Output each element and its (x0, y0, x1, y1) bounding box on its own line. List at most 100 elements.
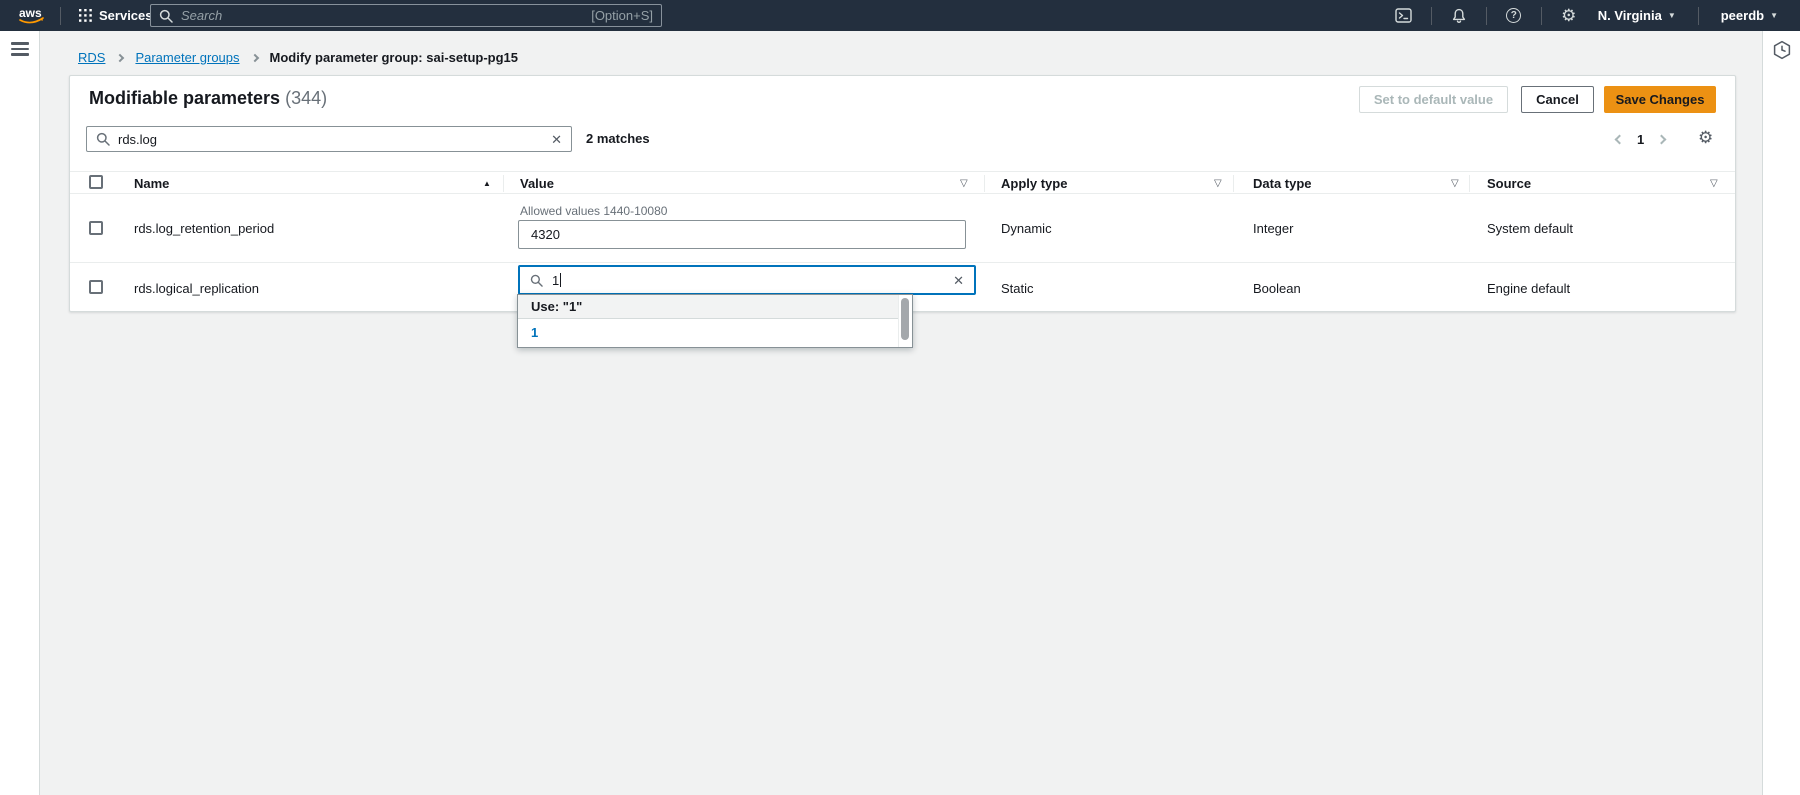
data-type-filter-icon[interactable]: ▽ (1451, 172, 1459, 195)
column-divider (503, 175, 504, 192)
table-preferences-gear-icon[interactable]: ⚙ (1698, 125, 1713, 151)
column-divider (1469, 175, 1470, 192)
parameter-count-badge: (344) (285, 88, 327, 108)
account-label: peerdb (1721, 8, 1764, 23)
chevron-down-icon: ▼ (1668, 11, 1676, 20)
aws-logo-text: aws (19, 6, 42, 20)
column-header-value[interactable]: Value (520, 172, 554, 195)
table-row: rds.log_retention_period Allowed values … (70, 194, 1735, 263)
topbar-left-group: aws Services (0, 0, 161, 31)
services-menu-button[interactable]: Services (71, 0, 161, 31)
cloudshell-button[interactable] (1387, 0, 1421, 31)
breadcrumb-rds-link[interactable]: RDS (78, 50, 105, 65)
breadcrumb-parameter-groups-link[interactable]: Parameter groups (135, 50, 239, 65)
topbar-right-group: ? ⚙ N. Virginia ▼ peerdb ▼ (1387, 0, 1790, 31)
parameter-value-combobox[interactable]: 1 ✕ (518, 265, 976, 295)
parameter-value-input[interactable] (518, 220, 966, 249)
cancel-button[interactable]: Cancel (1521, 86, 1594, 113)
right-sidebar-rail (1762, 31, 1800, 795)
source-filter-icon[interactable]: ▽ (1710, 172, 1718, 195)
data-type-value: Boolean (1253, 263, 1301, 313)
table-header-row: Name ▲ Value ▽ Apply type ▽ Data type ▽ … (70, 171, 1735, 194)
hamburger-icon (11, 42, 29, 45)
select-all-checkbox[interactable] (89, 175, 103, 189)
region-selector[interactable]: N. Virginia ▼ (1586, 0, 1688, 31)
chevron-right-icon (116, 53, 124, 61)
topbar-divider (1431, 7, 1432, 25)
global-search-box[interactable]: [Option+S] (150, 4, 662, 27)
column-divider (1233, 175, 1234, 192)
aws-console-topbar: aws Services (0, 0, 1800, 31)
parameter-name: rds.logical_replication (134, 263, 259, 313)
combobox-query-text: 1 (552, 273, 559, 288)
panel-title: Modifiable parameters (344) (89, 88, 327, 109)
chevron-right-icon (250, 53, 258, 61)
aws-logo-icon: aws (16, 5, 50, 27)
hamburger-icon (11, 48, 29, 51)
open-navigation-button[interactable] (11, 42, 29, 56)
grid-icon (79, 9, 92, 22)
topbar-divider (1541, 7, 1542, 25)
column-divider (984, 175, 985, 192)
row-checkbox[interactable] (89, 221, 103, 235)
global-search-input[interactable] (181, 8, 591, 23)
current-page-number: 1 (1637, 132, 1644, 147)
use-typed-value-option[interactable]: Use: "1" (518, 295, 912, 319)
text-cursor (560, 273, 561, 287)
pagination: 1 (1616, 126, 1665, 152)
column-header-apply-type[interactable]: Apply type (1001, 172, 1067, 195)
notifications-button[interactable] (1442, 0, 1476, 31)
services-label: Services (99, 8, 153, 23)
parameter-name: rds.log_retention_period (134, 194, 274, 262)
region-label: N. Virginia (1598, 8, 1662, 23)
data-type-value: Integer (1253, 194, 1293, 262)
save-changes-button[interactable]: Save Changes (1604, 86, 1716, 113)
parameter-filter-box[interactable]: ✕ (86, 126, 572, 152)
question-mark-icon: ? (1506, 8, 1521, 23)
column-header-name[interactable]: Name (134, 172, 169, 195)
clock-hexagon-icon (1772, 40, 1792, 60)
topbar-divider (1698, 7, 1699, 25)
topbar-divider (60, 7, 61, 25)
sort-ascending-icon[interactable]: ▲ (483, 172, 491, 195)
gear-icon: ⚙ (1561, 7, 1576, 24)
clear-filter-icon[interactable]: ✕ (551, 133, 562, 146)
modifiable-parameters-panel: Modifiable parameters (344) Set to defau… (69, 75, 1736, 312)
chevron-down-icon: ▼ (1770, 11, 1778, 20)
page: aws Services (0, 0, 1800, 795)
previous-page-icon[interactable] (1615, 134, 1625, 144)
breadcrumb: RDS Parameter groups Modify parameter gr… (78, 50, 518, 65)
column-header-data-type[interactable]: Data type (1253, 172, 1312, 195)
topbar-divider (1486, 7, 1487, 25)
settings-button[interactable]: ⚙ (1552, 0, 1586, 31)
value-filter-icon[interactable]: ▽ (960, 172, 968, 195)
bell-icon (1451, 8, 1467, 24)
clear-combobox-icon[interactable]: ✕ (953, 274, 964, 287)
dropdown-option[interactable]: 1 (518, 319, 912, 347)
search-shortcut-hint: [Option+S] (591, 8, 653, 23)
apply-type-value: Dynamic (1001, 194, 1052, 262)
left-sidebar-rail (0, 31, 40, 795)
set-to-default-button[interactable]: Set to default value (1359, 86, 1508, 113)
dropdown-scrollbar-track[interactable] (898, 295, 912, 347)
account-menu[interactable]: peerdb ▼ (1709, 0, 1790, 31)
row-checkbox[interactable] (89, 280, 103, 294)
help-button[interactable]: ? (1497, 0, 1531, 31)
search-icon (530, 274, 543, 287)
panel-title-text: Modifiable parameters (89, 88, 280, 108)
aws-logo[interactable]: aws (16, 5, 50, 27)
value-suggestions-dropdown: Use: "1" 1 (517, 294, 913, 348)
parameter-filter-input[interactable] (118, 132, 551, 147)
source-value: Engine default (1487, 263, 1570, 313)
apply-type-filter-icon[interactable]: ▽ (1214, 172, 1222, 195)
search-icon (159, 9, 173, 23)
source-value: System default (1487, 194, 1573, 262)
next-page-icon[interactable] (1657, 134, 1667, 144)
apply-type-value: Static (1001, 263, 1034, 313)
recently-visited-panel-button[interactable] (1772, 40, 1792, 60)
breadcrumb-current-page: Modify parameter group: sai-setup-pg15 (270, 50, 518, 65)
allowed-values-hint: Allowed values 1440-10080 (520, 204, 667, 218)
column-header-source[interactable]: Source (1487, 172, 1531, 195)
dropdown-scrollbar-thumb[interactable] (901, 298, 909, 340)
hamburger-icon (11, 53, 29, 56)
